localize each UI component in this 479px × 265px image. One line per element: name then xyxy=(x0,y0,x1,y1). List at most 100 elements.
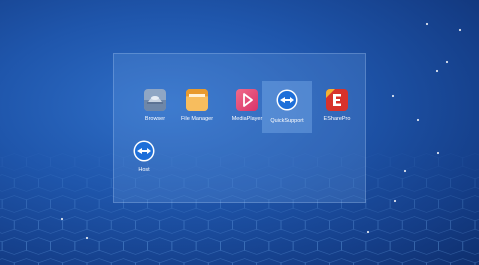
hexagon-decoration xyxy=(86,216,112,234)
hexagon-decoration xyxy=(13,216,39,234)
hexagon-decoration xyxy=(98,237,124,255)
hexagon-decoration xyxy=(389,237,415,255)
hexagon-decoration xyxy=(26,195,51,213)
hexagon-decoration xyxy=(38,258,64,265)
hexagon-decoration xyxy=(147,237,173,255)
sparkle-decoration xyxy=(85,236,89,240)
hexagon-decoration xyxy=(1,195,27,213)
sparkle-decoration xyxy=(393,199,397,203)
hexagon-decoration xyxy=(474,219,479,231)
sparkle-decoration xyxy=(445,60,449,64)
hexagon-decoration xyxy=(438,237,464,255)
sparkle-decoration xyxy=(60,217,64,221)
hexagon-decoration xyxy=(50,195,76,213)
hexagon-decoration xyxy=(232,216,258,234)
hexagon-decoration xyxy=(256,258,282,265)
hexagon-decoration xyxy=(401,258,427,265)
hexagon-decoration xyxy=(232,258,258,265)
app-host[interactable]: Host xyxy=(119,134,169,182)
hexagon-decoration xyxy=(26,237,51,255)
hexagon-decoration xyxy=(462,195,479,213)
hexagon-decoration xyxy=(256,216,282,234)
hexagon-decoration xyxy=(438,153,464,171)
hexagon-decoration xyxy=(74,195,100,213)
hexagon-decoration xyxy=(183,216,209,234)
hexagon-decoration xyxy=(353,258,379,265)
hexagon-decoration xyxy=(62,216,88,234)
hexagon-decoration xyxy=(426,216,452,234)
app-label: Host xyxy=(138,167,150,173)
hexagon-decoration xyxy=(414,237,439,255)
hexagon-decoration xyxy=(50,153,76,171)
sparkle-decoration xyxy=(458,28,462,32)
app-quicksupport[interactable]: QuickSupport xyxy=(262,81,312,133)
hexagon-decoration xyxy=(135,258,161,265)
hexagon-decoration xyxy=(86,174,112,192)
hexagon-decoration xyxy=(62,258,88,265)
hexagon-decoration xyxy=(207,216,233,234)
hexagon-decoration xyxy=(474,261,479,265)
hexagon-decoration xyxy=(74,237,100,255)
hexagon-decoration xyxy=(0,216,15,234)
hexagon-decoration xyxy=(1,237,27,255)
hexagon-decoration xyxy=(317,237,342,255)
hexagon-decoration xyxy=(365,153,391,171)
hexagon-decoration xyxy=(123,237,148,255)
hexagon-decoration xyxy=(462,153,479,171)
hexagon-decoration xyxy=(13,258,39,265)
hexagon-decoration xyxy=(414,153,439,171)
sparkle-decoration xyxy=(436,151,440,155)
hexagon-decoration xyxy=(304,216,330,234)
browser-icon xyxy=(144,89,166,111)
hexagon-decoration xyxy=(13,174,39,192)
hexagon-decoration xyxy=(86,258,112,265)
sparkle-decoration xyxy=(366,230,370,234)
hexagon-decoration xyxy=(426,174,452,192)
hexagon-decoration xyxy=(244,237,270,255)
play-icon xyxy=(236,89,258,111)
sparkle-decoration xyxy=(416,118,420,122)
sparkle-decoration xyxy=(403,169,407,173)
hexagon-decoration xyxy=(38,216,64,234)
host-icon xyxy=(133,140,155,162)
hexagon-decoration xyxy=(329,216,355,234)
hexagon-decoration xyxy=(462,237,479,255)
hexagon-decoration xyxy=(220,237,245,255)
app-esharepro[interactable]: ESharePro xyxy=(312,83,362,131)
hexagon-decoration xyxy=(377,174,403,192)
hexagon-decoration xyxy=(183,258,209,265)
hexagon-decoration xyxy=(50,237,76,255)
hexagon-decoration xyxy=(135,216,161,234)
app-launcher-panel: Browser File Manager MediaPlayer QuickSu… xyxy=(113,53,366,203)
hexagon-decoration xyxy=(450,216,476,234)
hexagon-decoration xyxy=(341,237,367,255)
hexagon-decoration xyxy=(195,237,221,255)
app-file-manager[interactable]: File Manager xyxy=(172,83,222,131)
sparkle-decoration xyxy=(435,69,439,73)
hexagon-decoration xyxy=(0,258,15,265)
hexagon-decoration xyxy=(389,153,415,171)
hexagon-decoration xyxy=(450,258,476,265)
hexagon-decoration xyxy=(365,237,391,255)
sparkle-decoration xyxy=(425,22,429,26)
hexagon-decoration xyxy=(438,195,464,213)
hexagon-decoration xyxy=(401,174,427,192)
hexagon-decoration xyxy=(304,258,330,265)
hexagon-decoration xyxy=(377,258,403,265)
sparkle-decoration xyxy=(391,94,395,98)
hexagon-decoration xyxy=(62,174,88,192)
hexagon-decoration xyxy=(450,174,476,192)
desktop: Browser File Manager MediaPlayer QuickSu… xyxy=(0,0,479,265)
hexagon-decoration xyxy=(292,237,318,255)
hexagon-decoration xyxy=(389,195,415,213)
hexagon-decoration xyxy=(38,174,64,192)
app-label: ESharePro xyxy=(323,116,351,122)
hexagon-decoration xyxy=(280,216,306,234)
hexagon-decoration xyxy=(110,258,136,265)
hexagon-decoration xyxy=(280,258,306,265)
hexagon-decoration xyxy=(474,177,479,189)
eshare-icon xyxy=(326,89,348,111)
hexagon-decoration xyxy=(401,216,427,234)
hexagon-decoration xyxy=(377,216,403,234)
hexagon-decoration xyxy=(426,258,452,265)
